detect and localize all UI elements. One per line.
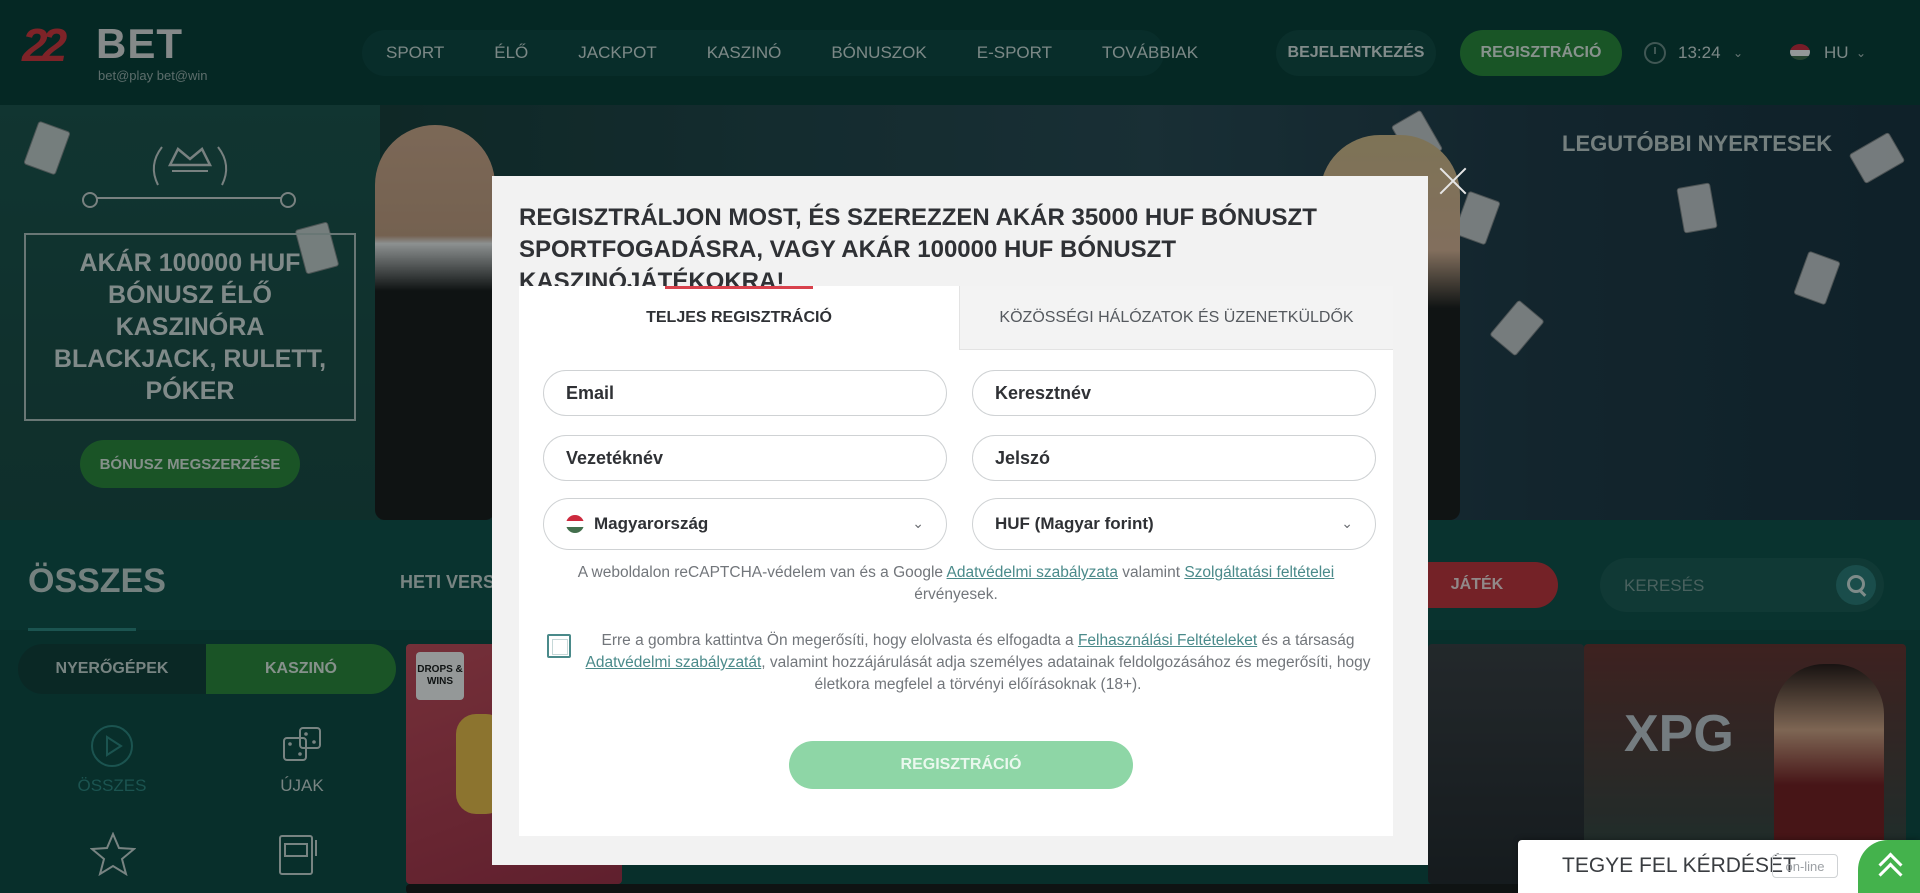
registration-modal: REGISZTRÁLJON MOST, ÉS SZEREZZEN AKÁR 35… (492, 176, 1428, 865)
chat-label[interactable]: TEGYE FEL KÉRDÉSÉT (1562, 854, 1796, 878)
consent-text-part: Erre a gombra kattintva Ön megerősíti, h… (601, 632, 1078, 649)
recaptcha-text: valamint (1117, 564, 1185, 581)
register-submit-button[interactable]: REGISZTRÁCIÓ (789, 741, 1133, 789)
consent-text-part: , valamint hozzájárulását adja személyes… (761, 654, 1371, 693)
email-field[interactable]: Email (543, 370, 947, 416)
close-icon[interactable] (1438, 166, 1468, 196)
google-privacy-link[interactable]: Adatvédelmi szabályzata (947, 564, 1118, 581)
recaptcha-text: A weboldalon reCAPTCHA-védelem van és a … (577, 564, 947, 581)
tab-full-registration[interactable]: TELJES REGISZTRÁCIÓ (519, 286, 959, 350)
modal-title: REGISZTRÁLJON MOST, ÉS SZEREZZEN AKÁR 35… (519, 204, 1317, 295)
currency-value: HUF (Magyar forint) (995, 514, 1154, 533)
consent-checkbox[interactable] (547, 634, 571, 658)
country-select[interactable]: Magyarország ⌄ (543, 498, 947, 550)
registration-form: TELJES REGISZTRÁCIÓ KÖZÖSSÉGI HÁLÓZATOK … (519, 286, 1393, 836)
last-name-field[interactable]: Vezetéknév (543, 435, 947, 481)
consent-text-part: és a társaság (1257, 632, 1355, 649)
tab-social-registration[interactable]: KÖZÖSSÉGI HÁLÓZATOK ÉS ÜZENETKÜLDŐK (959, 286, 1393, 350)
password-field[interactable]: Jelszó (972, 435, 1376, 481)
google-terms-link[interactable]: Szolgáltatási feltételei (1184, 564, 1334, 581)
hungary-flag-icon (566, 515, 584, 533)
chevron-up-icon[interactable] (1858, 840, 1920, 893)
recaptcha-notice: A weboldalon reCAPTCHA-védelem van és a … (559, 562, 1353, 606)
consent-text: Erre a gombra kattintva Ön megerősíti, h… (585, 630, 1371, 696)
recaptcha-text: érvényesek. (914, 586, 998, 603)
terms-of-use-link[interactable]: Felhasználási Feltételeket (1078, 632, 1257, 649)
first-name-field[interactable]: Keresztnév (972, 370, 1376, 416)
privacy-policy-link[interactable]: Adatvédelmi szabályzatát (586, 654, 762, 671)
active-tab-indicator (665, 286, 813, 289)
chat-status-badge: on-line (1772, 854, 1838, 878)
chevron-down-icon: ⌄ (912, 515, 924, 531)
chat-widget[interactable]: TEGYE FEL KÉRDÉSÉT on-line (1518, 840, 1920, 893)
currency-select[interactable]: HUF (Magyar forint) ⌄ (972, 498, 1376, 550)
chevron-down-icon: ⌄ (1341, 515, 1353, 531)
country-value: Magyarország (594, 514, 709, 533)
